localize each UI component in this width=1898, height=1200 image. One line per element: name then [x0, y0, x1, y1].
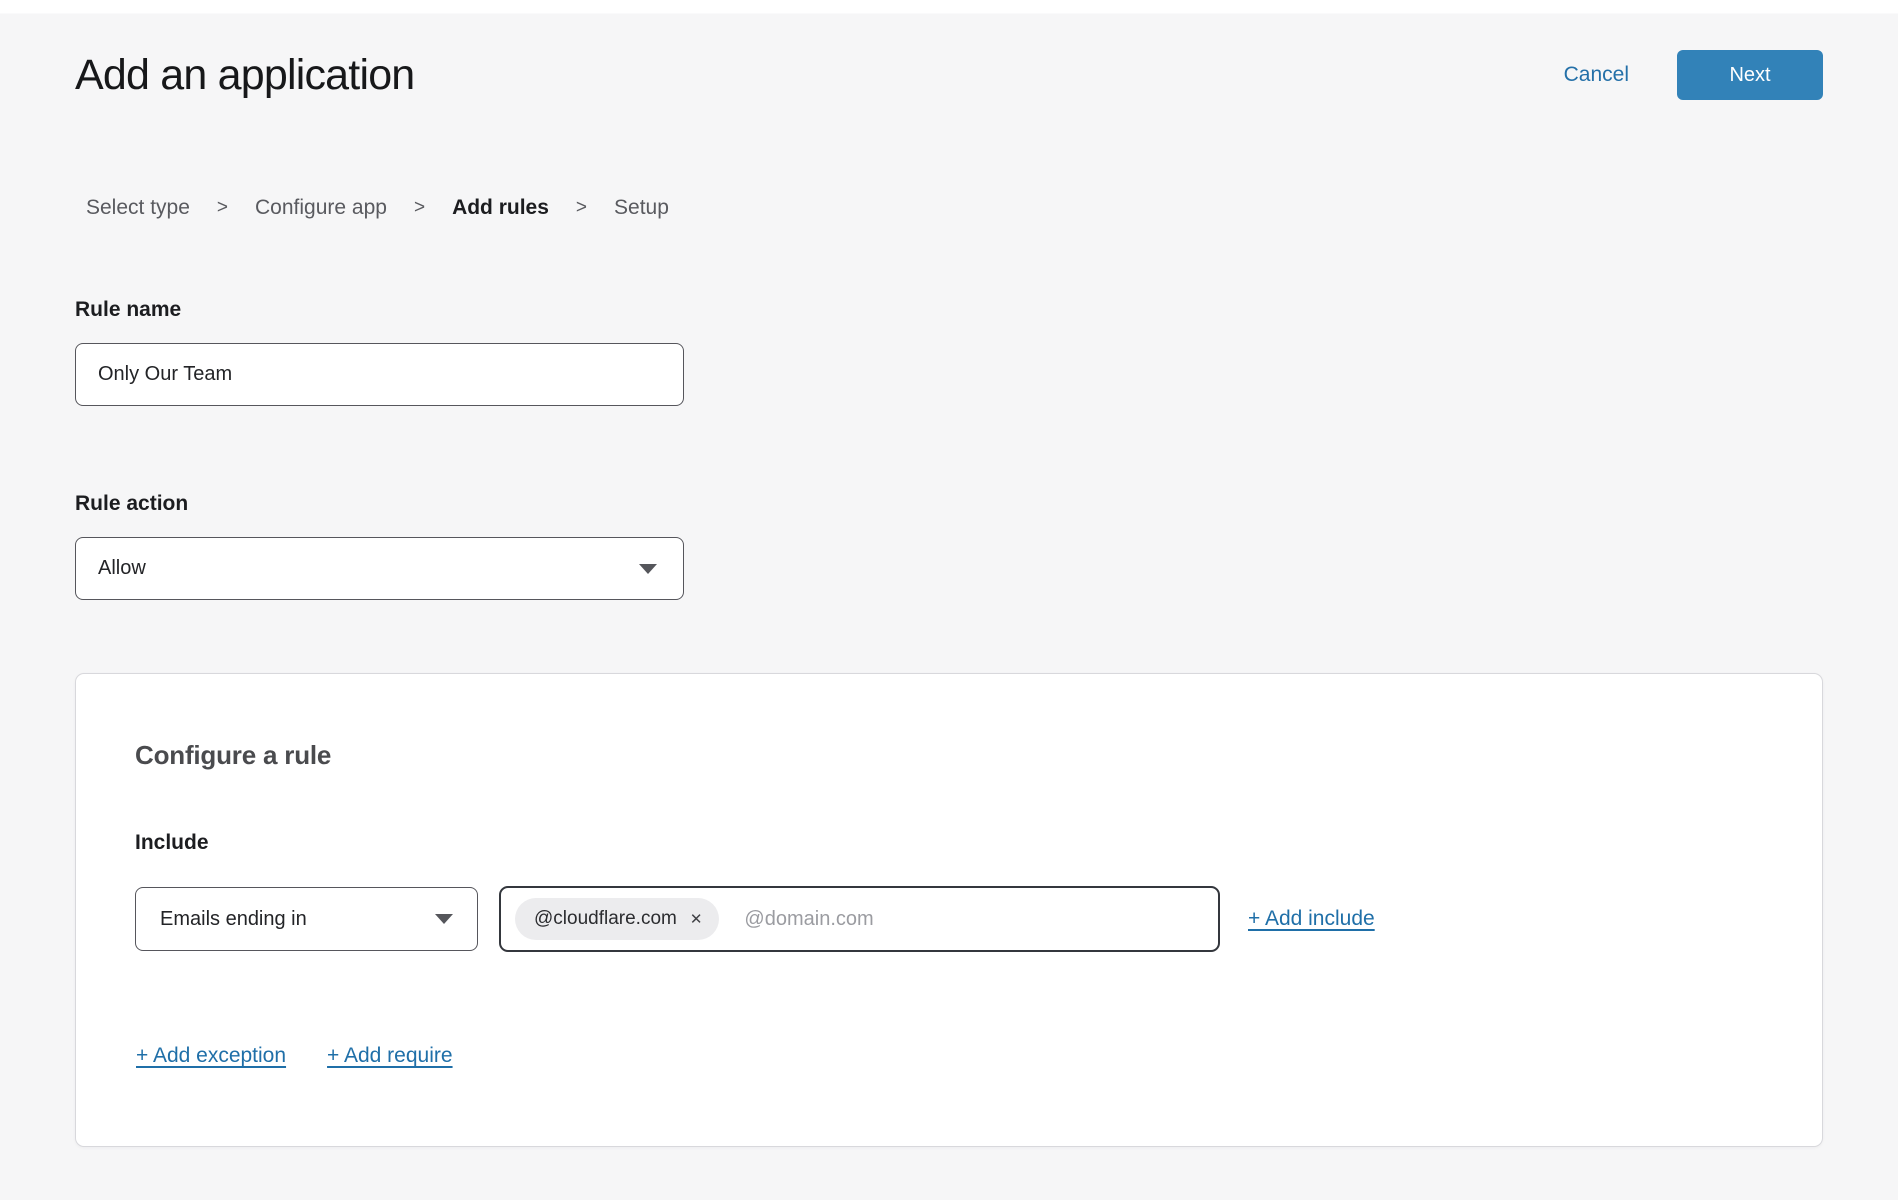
breadcrumb-step-setup[interactable]: Setup: [614, 196, 669, 220]
rule-extra-links: + Add exception + Add require: [135, 1044, 1763, 1068]
email-domains-tag-input[interactable]: @cloudflare.com ✕: [499, 886, 1220, 952]
breadcrumb-step-select-type[interactable]: Select type: [86, 196, 190, 220]
chevron-down-icon: [639, 564, 657, 574]
page-title: Add an application: [75, 51, 414, 100]
rule-action-selected-value: Allow: [98, 557, 146, 580]
breadcrumb-separator: >: [414, 197, 425, 219]
breadcrumb-step-add-rules[interactable]: Add rules: [452, 196, 549, 220]
tag-entry-field[interactable]: [744, 908, 1204, 931]
include-selector-value: Emails ending in: [160, 908, 307, 931]
breadcrumb-separator: >: [576, 197, 587, 219]
tag-chip-label: @cloudflare.com: [534, 908, 677, 930]
tag-chip: @cloudflare.com ✕: [515, 898, 719, 940]
breadcrumb-step-configure-app[interactable]: Configure app: [255, 196, 387, 220]
configure-rule-title: Configure a rule: [135, 740, 1763, 771]
configure-rule-card: Configure a rule Include Emails ending i…: [75, 673, 1823, 1147]
breadcrumb-separator: >: [217, 197, 228, 219]
chevron-down-icon: [435, 914, 453, 924]
rule-name-label: Rule name: [75, 298, 1823, 322]
include-rule-row: Emails ending in @cloudflare.com ✕ + Add…: [135, 886, 1763, 952]
add-exception-link[interactable]: + Add exception: [136, 1044, 286, 1068]
include-selector-select[interactable]: Emails ending in: [135, 887, 478, 951]
rule-action-select[interactable]: Allow: [75, 537, 684, 600]
add-require-link[interactable]: + Add require: [327, 1044, 453, 1068]
header-actions: Cancel Next: [1564, 50, 1823, 100]
cancel-button[interactable]: Cancel: [1564, 63, 1629, 87]
rule-name-input[interactable]: [75, 343, 684, 406]
next-button[interactable]: Next: [1677, 50, 1823, 100]
rule-action-label: Rule action: [75, 492, 1823, 516]
page: Add an application Cancel Next Select ty…: [0, 0, 1898, 1147]
page-header: Add an application Cancel Next: [75, 0, 1823, 100]
remove-tag-icon[interactable]: ✕: [690, 912, 703, 927]
add-include-link[interactable]: + Add include: [1248, 907, 1375, 931]
breadcrumb: Select type > Configure app > Add rules …: [75, 196, 1823, 220]
include-label: Include: [135, 831, 1763, 855]
